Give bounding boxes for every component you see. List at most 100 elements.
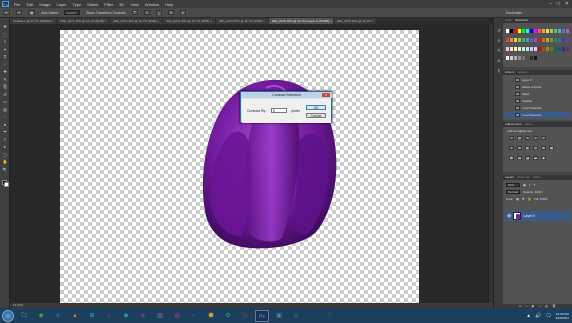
volume-icon[interactable]: 🔊 [535, 313, 541, 319]
color-swatch[interactable] [509, 29, 514, 33]
color-swatch[interactable] [529, 29, 534, 33]
zoom-icon[interactable]: 🔍 [2, 167, 8, 172]
taskbar-app10-icon[interactable]: ☰ [323, 310, 337, 322]
color-swatch[interactable] [525, 38, 530, 43]
color-swatch[interactable] [525, 56, 530, 61]
color-swatch[interactable] [553, 47, 558, 52]
color-swatch[interactable] [513, 29, 518, 33]
menu-filter[interactable]: Filter [103, 2, 114, 7]
color-swatch[interactable] [513, 47, 518, 52]
taskbar-calc-icon[interactable]: ▦ [153, 310, 167, 322]
cancel-button[interactable]: Cancel [306, 113, 326, 118]
gradient-map-icon[interactable]: ▬ [533, 156, 538, 160]
taskbar-ie-icon[interactable]: e [51, 310, 65, 322]
color-swatch[interactable] [506, 38, 510, 43]
color-swatch[interactable] [506, 29, 510, 33]
visibility-eye-icon[interactable]: 👁 [507, 214, 511, 218]
brightness-icon[interactable]: ☼ [509, 136, 514, 140]
taskbar-vlc-icon[interactable]: ▲ [68, 310, 82, 322]
brush-panel-icon[interactable]: ✎ [496, 48, 502, 53]
selection-mode-add-button[interactable]: ▣ [28, 10, 36, 15]
color-swatch[interactable] [517, 56, 522, 61]
taskbar-app8-icon[interactable]: ▣ [272, 310, 286, 322]
color-swatch[interactable] [521, 38, 526, 43]
color-swatch[interactable] [537, 47, 542, 52]
workspace-selector[interactable]: Essentials [506, 11, 522, 15]
distribute-button[interactable]: ⫴ [168, 10, 174, 15]
taskbar-app2-icon[interactable]: ◈ [136, 310, 150, 322]
color-swatch[interactable] [557, 47, 562, 52]
history-brush-icon[interactable]: ↺ [2, 92, 8, 97]
color-swatch[interactable] [513, 56, 518, 61]
pen-icon[interactable]: ✒ [2, 129, 8, 134]
layer-kind-select[interactable]: Kind [506, 182, 520, 187]
filter-type-icon[interactable]: T [534, 183, 536, 187]
paragraph-panel-icon[interactable]: ¶ [496, 68, 502, 73]
maximize-button[interactable]: □ [557, 1, 560, 7]
opacity-field[interactable]: Opacity: 100% [523, 190, 543, 194]
color-swatch[interactable] [565, 47, 569, 52]
menu-edit[interactable]: Edit [25, 2, 34, 7]
color-swatch[interactable] [529, 38, 534, 43]
layer-name[interactable]: Layer 0 [523, 214, 535, 218]
clock[interactable]: 12:33 PM 4/25/2017 [556, 312, 569, 320]
color-swatch[interactable] [506, 56, 510, 61]
close-window-button[interactable]: ✕ [565, 1, 569, 7]
taskbar-app9-icon[interactable]: ◎ [289, 310, 303, 322]
color-swatch[interactable] [517, 29, 522, 33]
color-swatch[interactable] [565, 38, 569, 43]
color-swatch[interactable] [529, 47, 534, 52]
lock-all-icon[interactable]: 🔒 [528, 197, 532, 201]
type-icon[interactable]: T [2, 137, 8, 142]
color-swatch[interactable] [541, 47, 546, 52]
exposure-icon[interactable]: ◑ [533, 136, 538, 140]
taskbar-steam-icon[interactable]: ⚙ [306, 310, 320, 322]
taskbar-app4-icon[interactable]: ◐ [187, 310, 201, 322]
character-panel-icon[interactable]: A [496, 58, 502, 63]
history-item[interactable]: Layer 0 [505, 77, 570, 83]
history-item[interactable]: Load Selection [505, 112, 570, 118]
color-swatch[interactable] [549, 29, 554, 33]
taskbar-ps-icon[interactable]: Ps [255, 309, 269, 322]
color-swatch[interactable] [517, 38, 522, 43]
menu-window[interactable]: Window [144, 2, 160, 7]
gradient-icon[interactable]: ▤ [2, 107, 8, 112]
clone-stamp-icon[interactable]: ⎘ [2, 84, 8, 89]
close-icon[interactable]: ✕ [322, 93, 330, 97]
color-swatch[interactable] [561, 29, 566, 33]
move-icon[interactable]: ✥ [2, 24, 8, 29]
taskbar-app7-icon[interactable]: ◷ [238, 310, 252, 322]
color-swatch[interactable] [553, 38, 558, 43]
invert-icon[interactable]: ◩ [509, 156, 514, 160]
color-swatch[interactable] [533, 47, 538, 52]
history-panel-icon[interactable]: ↺ [496, 28, 502, 33]
background-color-swatch[interactable] [4, 182, 9, 187]
taskbar-store-icon[interactable]: ⊞ [85, 310, 99, 322]
color-swatch[interactable] [557, 38, 562, 43]
color-swatch[interactable] [521, 29, 526, 33]
color-swatch[interactable] [517, 47, 522, 52]
taskbar-app6-icon[interactable]: ✿ [221, 310, 235, 322]
menu-help[interactable]: Help [164, 2, 174, 7]
color-swatch[interactable] [529, 56, 534, 61]
menu-view[interactable]: View [129, 2, 140, 7]
document-canvas[interactable] [60, 30, 419, 303]
vibrance-icon[interactable]: ▽ [541, 136, 546, 140]
posterize-icon[interactable]: ▤ [517, 156, 522, 160]
brush-icon[interactable]: ✎ [2, 77, 8, 82]
layer-row[interactable]: 👁 Layer 0 [505, 211, 570, 221]
feather-field[interactable]: Feather [64, 10, 81, 15]
healing-icon[interactable]: ✚ [2, 69, 8, 74]
lasso-icon[interactable]: ℓ [2, 39, 8, 44]
color-swatch[interactable] [557, 29, 562, 33]
magic-wand-icon[interactable]: ✦ [2, 47, 8, 52]
contract-by-input[interactable]: 5 [271, 108, 287, 113]
taskbar-chrome-icon[interactable]: ◉ [34, 310, 48, 322]
color-swatch[interactable] [537, 29, 542, 33]
align-bottom-button[interactable]: ▁ [156, 10, 163, 15]
minimize-button[interactable]: – [549, 1, 552, 7]
color-swatch[interactable] [509, 38, 514, 43]
eyedropper-icon[interactable]: ⟋ [2, 62, 8, 67]
color-swatch[interactable] [553, 29, 558, 33]
color-swatch[interactable] [545, 29, 550, 33]
